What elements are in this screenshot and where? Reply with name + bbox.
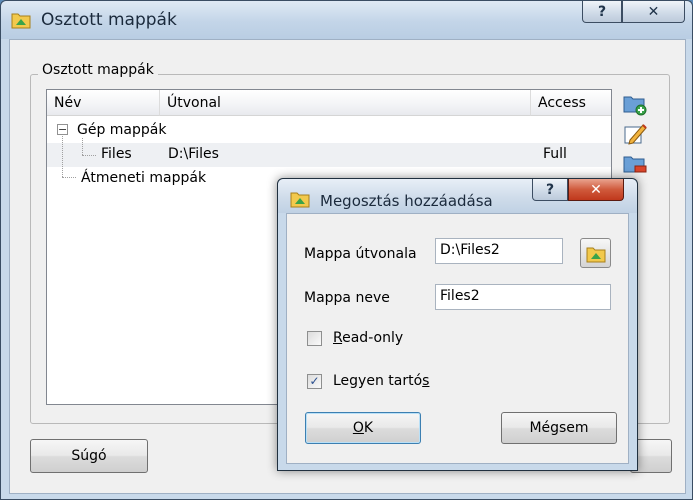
tree-node-temp-folders[interactable]: Átmeneti mappák — [81, 170, 206, 186]
edit-icon[interactable] — [622, 121, 648, 147]
readonly-accesskey: R — [333, 330, 343, 346]
tree-node-machine-folders[interactable]: Gép mappák — [77, 122, 166, 138]
tree-connector — [62, 136, 63, 177]
persistent-accesskey: s — [422, 373, 430, 389]
readonly-checkbox[interactable] — [307, 331, 322, 346]
dialog-client-area: Mappa útvonala D:\Files2 Mappa neve File… — [286, 213, 629, 464]
close-title-button[interactable]: ✕ — [622, 1, 685, 23]
window-title: Osztott mappák — [41, 10, 177, 30]
persistent-checkbox[interactable]: ✓ — [307, 374, 322, 389]
readonly-label[interactable]: Read-only — [333, 330, 403, 346]
ok-label-text: K — [363, 420, 374, 436]
remove-folder-icon[interactable] — [622, 151, 648, 177]
persistent-label-text: Legyen tartó — [333, 373, 423, 389]
readonly-label-text: ead-only — [342, 330, 404, 346]
main-titlebar[interactable]: Osztott mappák ? ✕ — [1, 1, 692, 39]
help-button[interactable]: Súgó — [30, 439, 148, 473]
column-header-name[interactable]: Név — [47, 90, 160, 116]
tree-cell-access: Full — [543, 146, 567, 162]
tree-connector — [82, 155, 96, 156]
add-share-dialog: Megosztás hozzáadása ? ✕ Mappa útvonala … — [277, 178, 638, 471]
help-title-button[interactable]: ? — [582, 1, 622, 23]
browse-button[interactable] — [580, 238, 611, 268]
shared-folder-icon — [11, 13, 31, 29]
name-label: Mappa neve — [304, 290, 390, 306]
dialog-titlebar[interactable]: Megosztás hozzáadása ? ✕ — [278, 179, 637, 213]
column-header-path[interactable]: Útvonal — [160, 90, 531, 116]
browse-folder-icon — [586, 247, 606, 263]
path-label: Mappa útvonala — [304, 246, 417, 262]
tree-connector — [82, 138, 83, 155]
path-input[interactable]: D:\Files2 — [435, 238, 563, 264]
tree-node-files[interactable]: Files — [101, 146, 132, 162]
dialog-close-button[interactable]: ✕ — [568, 179, 624, 201]
column-header-access[interactable]: Access — [531, 90, 611, 116]
add-folder-icon[interactable] — [622, 91, 648, 117]
collapse-icon[interactable]: − — [57, 124, 68, 135]
shared-folder-icon — [290, 192, 310, 208]
dialog-title: Megosztás hozzáadása — [320, 192, 493, 210]
ok-accesskey: O — [352, 420, 364, 436]
persistent-label[interactable]: Legyen tartós — [333, 373, 429, 389]
cancel-button[interactable]: Mégsem — [501, 412, 617, 444]
ok-button[interactable]: OK — [305, 412, 421, 444]
dialog-help-button[interactable]: ? — [532, 179, 568, 201]
groupbox-label: Osztott mappák — [38, 62, 158, 78]
tree-connector — [62, 177, 76, 178]
tree-cell-path: D:\Files — [168, 146, 219, 162]
name-input[interactable]: Files2 — [435, 284, 611, 310]
